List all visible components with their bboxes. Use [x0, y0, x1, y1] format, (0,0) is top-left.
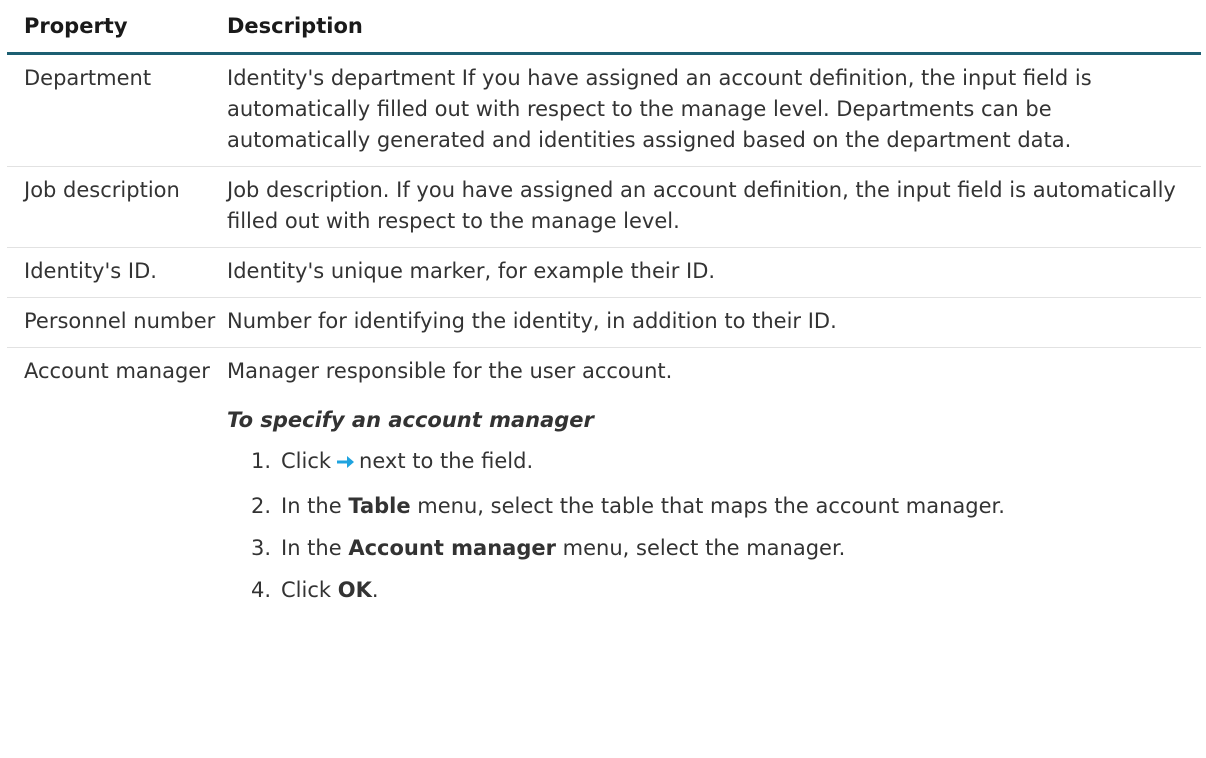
step-text-pre: In the [281, 536, 342, 560]
procedure-steps: 1. Click next to the field. 2. In the Tab… [227, 446, 1193, 606]
header-property: Property [24, 13, 128, 38]
step-text-post: next to the field. [359, 449, 534, 473]
step-text-pre: Click [281, 578, 332, 602]
list-item: 2. In the Table menu, select the table t… [227, 491, 1193, 522]
property-cell: Job description [24, 178, 180, 202]
description-cell: Job description. If you have assigned an… [227, 178, 1176, 233]
step-number: 1. [250, 449, 271, 473]
procedure-title: To specify an account manager [227, 408, 594, 432]
step-number: 3. [250, 536, 271, 560]
property-cell: Personnel number [24, 309, 216, 333]
step-text-post: menu, select the table that maps the acc… [417, 494, 1005, 518]
step-text-pre: In the [281, 494, 342, 518]
step-text: In the Account manager menu, select the … [281, 533, 1193, 564]
header-description: Description [227, 13, 363, 38]
table-row-identity-id: Identity's ID. Identity's unique marker,… [7, 248, 1201, 298]
step-text: Click next to the field. [281, 446, 1193, 480]
description-text: Manager responsible for the user account… [227, 359, 673, 383]
description-cell: Identity's department If you have assign… [227, 66, 1092, 152]
list-item: 1. Click next to the field. [227, 446, 1193, 480]
description-cell: Number for identifying the identity, in … [227, 309, 837, 333]
step-text-bold: OK [337, 578, 372, 602]
step-text-post: . [371, 578, 379, 602]
step-text: Click OK. [281, 575, 1193, 606]
step-number: 2. [250, 494, 271, 518]
property-table: Property Description Department Identity… [7, 0, 1201, 627]
step-text: In the Table menu, select the table that… [281, 491, 1193, 522]
table-row-account-manager: Account manager Manager responsible for … [7, 348, 1201, 627]
step-text-pre: Click [281, 449, 332, 473]
property-cell: Identity's ID. [24, 259, 157, 283]
description-cell: Identity's unique marker, for example th… [227, 259, 716, 283]
step-number: 4. [250, 578, 271, 602]
list-item: 3. In the Account manager menu, select t… [227, 533, 1193, 564]
table-row-department: Department Identity's department If you … [7, 55, 1201, 167]
property-cell: Account manager [24, 359, 210, 383]
property-cell: Department [24, 66, 152, 90]
list-item: 4. Click OK. [227, 575, 1193, 606]
table-row-personnel-number: Personnel number Number for identifying … [7, 298, 1201, 348]
description-cell: Manager responsible for the user account… [227, 356, 1201, 617]
table-row-job-description: Job description Job description. If you … [7, 167, 1201, 248]
step-text-bold: Account manager [348, 536, 556, 560]
table-header: Property Description [7, 0, 1201, 55]
step-text-bold: Table [348, 494, 411, 518]
step-text-post: menu, select the manager. [562, 536, 846, 560]
arrow-right-icon [335, 449, 355, 480]
